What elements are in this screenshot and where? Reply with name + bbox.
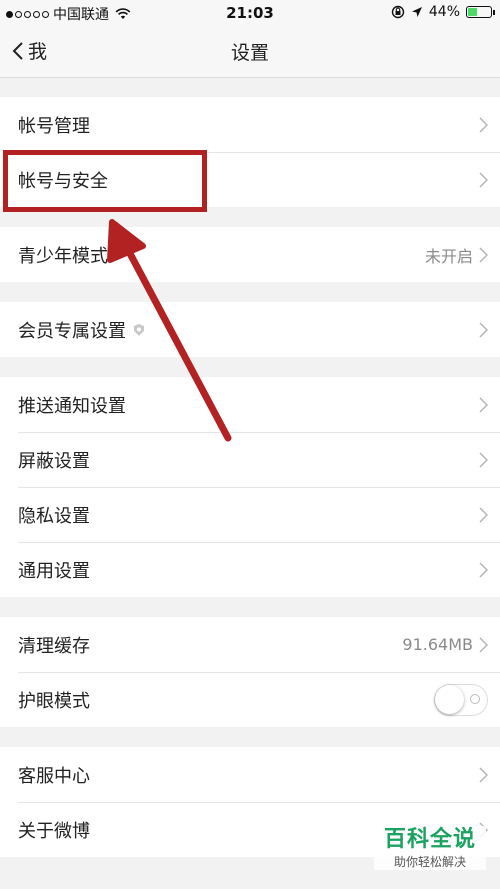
setting-general[interactable]: 通用设置	[0, 542, 500, 597]
settings-list: 帐号管理 帐号与安全 青少年模式 未开启 会员专属设置 推送通知设置 屏蔽设置 …	[0, 97, 500, 877]
chevron-right-icon	[479, 636, 488, 653]
vip-badge-icon	[134, 323, 144, 336]
setting-privacy[interactable]: 隐私设置	[0, 487, 500, 542]
settings-group-storage: 清理缓存 91.64MB 护眼模式	[0, 617, 500, 727]
setting-account-management[interactable]: 帐号管理	[0, 97, 500, 152]
setting-value: 未开启	[424, 246, 473, 266]
navigation-bar: 我 设置	[0, 26, 500, 78]
chevron-right-icon	[479, 116, 488, 133]
battery-icon	[466, 6, 495, 18]
status-right: 44%	[391, 4, 495, 20]
setting-label: 推送通知设置	[18, 395, 126, 417]
chevron-right-icon	[479, 246, 488, 263]
settings-group-general: 推送通知设置 屏蔽设置 隐私设置 通用设置	[0, 377, 500, 597]
settings-group-youth: 青少年模式 未开启	[0, 227, 500, 282]
setting-label: 青少年模式	[18, 245, 108, 267]
location-arrow-icon	[411, 7, 422, 17]
setting-label: 清理缓存	[18, 635, 90, 657]
setting-label: 通用设置	[18, 560, 90, 582]
watermark: 百科全说 助你轻松解决	[374, 826, 486, 870]
setting-clear-cache[interactable]: 清理缓存 91.64MB	[0, 617, 500, 672]
setting-block[interactable]: 屏蔽设置	[0, 432, 500, 487]
chevron-right-icon	[479, 396, 488, 413]
setting-label: 帐号管理	[18, 115, 90, 137]
toggle-off-indicator-icon	[470, 693, 480, 704]
chevron-right-icon	[479, 766, 488, 783]
setting-push-notifications[interactable]: 推送通知设置	[0, 377, 500, 432]
chevron-right-icon	[479, 451, 488, 468]
setting-youth-mode[interactable]: 青少年模式 未开启	[0, 227, 500, 282]
setting-label: 帐号与安全	[18, 170, 108, 192]
chevron-right-icon	[479, 321, 488, 338]
eye-care-toggle[interactable]	[434, 683, 488, 716]
battery-level-fill	[468, 8, 477, 16]
setting-label: 隐私设置	[18, 505, 90, 527]
setting-label: 客服中心	[18, 765, 90, 787]
chevron-right-icon	[479, 171, 488, 188]
watermark-subtitle: 助你轻松解决	[393, 855, 466, 869]
setting-label: 会员专属设置	[18, 320, 126, 342]
cache-size-value: 91.64MB	[402, 635, 473, 654]
settings-group-account: 帐号管理 帐号与安全	[0, 97, 500, 207]
setting-vip-exclusive[interactable]: 会员专属设置	[0, 302, 500, 357]
setting-customer-service[interactable]: 客服中心	[0, 747, 500, 802]
watermark-title: 百科全说	[383, 827, 476, 852]
page-title: 设置	[230, 42, 269, 64]
chevron-right-icon	[479, 561, 488, 578]
setting-label: 护眼模式	[18, 690, 90, 712]
chevron-right-icon	[479, 506, 488, 523]
toggle-knob	[435, 684, 464, 714]
rotation-lock-icon	[391, 5, 405, 19]
settings-group-vip: 会员专属设置	[0, 302, 500, 357]
setting-eye-care-mode: 护眼模式	[0, 672, 500, 727]
setting-label: 屏蔽设置	[18, 450, 90, 472]
battery-percent: 44%	[428, 4, 460, 20]
status-bar: 中国联通 21:03 44%	[0, 0, 500, 26]
setting-label: 关于微博	[18, 820, 90, 842]
setting-account-security[interactable]: 帐号与安全	[0, 152, 500, 207]
